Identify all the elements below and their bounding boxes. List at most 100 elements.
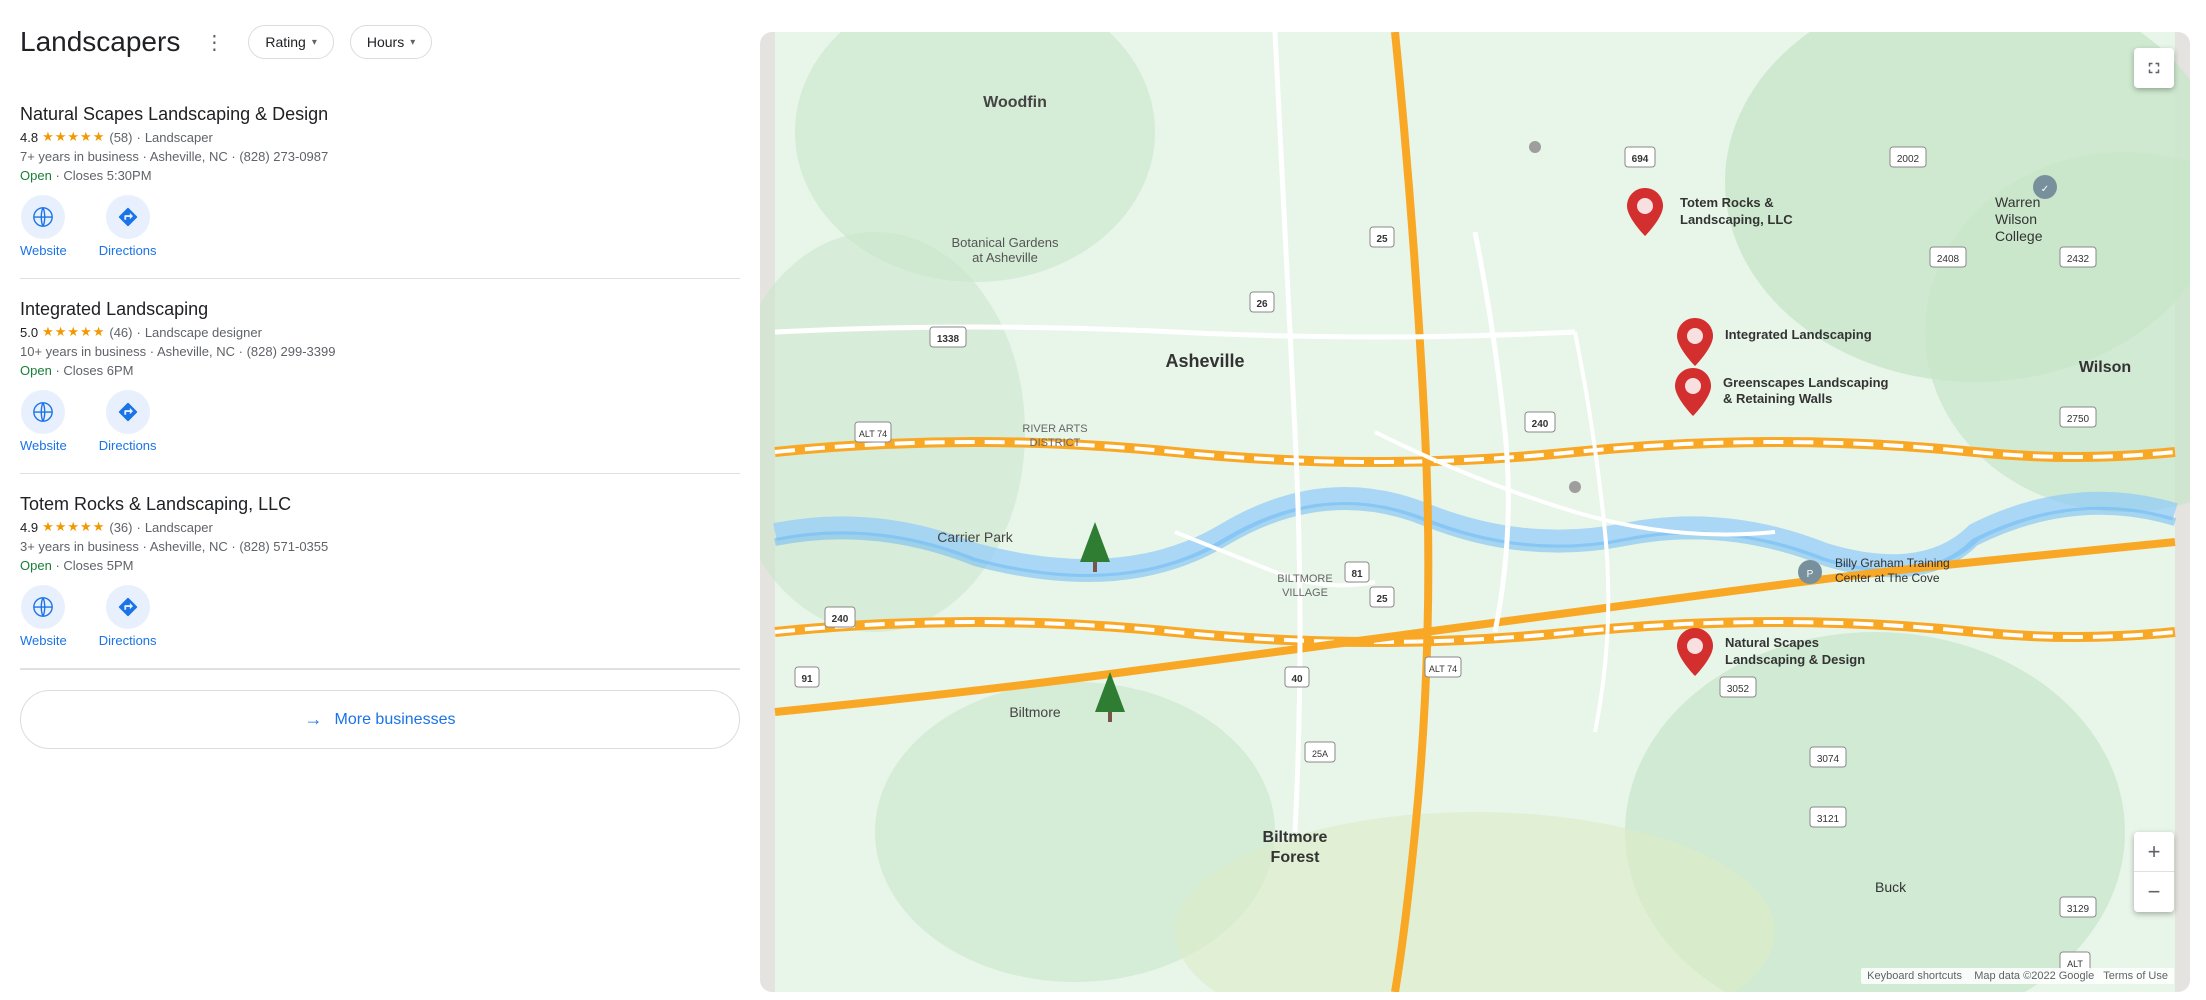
open-label-2: Open	[20, 363, 52, 378]
directions-icon-3	[106, 585, 150, 629]
svg-text:1338: 1338	[937, 334, 960, 345]
website-btn-3[interactable]: Website	[20, 585, 67, 648]
directions-btn-1[interactable]: Directions	[99, 195, 157, 258]
listing-integrated: Integrated Landscaping 5.0 ★★★★★ (46) · …	[20, 279, 740, 474]
svg-text:Carrier Park: Carrier Park	[937, 529, 1013, 545]
website-btn-2[interactable]: Website	[20, 390, 67, 453]
zoom-in-button[interactable]: +	[2134, 832, 2174, 872]
review-count-2: (46)	[109, 325, 132, 340]
svg-text:Botanical Gardens: Botanical Gardens	[952, 235, 1059, 250]
terms-label: Terms of Use	[2103, 970, 2168, 982]
review-count-3: (36)	[109, 520, 132, 535]
arrow-right-icon: →	[305, 709, 323, 730]
directions-label-1: Directions	[99, 243, 157, 258]
closes-2: Closes 6PM	[63, 363, 133, 378]
svg-text:✓: ✓	[2041, 184, 2049, 195]
directions-btn-3[interactable]: Directions	[99, 585, 157, 648]
svg-text:91: 91	[801, 674, 813, 685]
hours-filter-button[interactable]: Hours ▾	[350, 25, 432, 59]
separator-1: ·	[136, 130, 140, 145]
website-btn-1[interactable]: Website	[20, 195, 67, 258]
header: Landscapers ⋮ Rating ▾ Hours ▾	[20, 24, 740, 60]
svg-text:Center at The Cove: Center at The Cove	[1835, 571, 1940, 585]
directions-icon-1	[106, 195, 150, 239]
svg-text:Greenscapes Landscaping: Greenscapes Landscaping	[1723, 375, 1889, 390]
zoom-out-button[interactable]: −	[2134, 872, 2174, 912]
sep-2b: ·	[239, 344, 247, 359]
listing-name-natural-scapes: Natural Scapes Landscaping & Design	[20, 104, 740, 125]
more-businesses-button[interactable]: → More businesses	[20, 690, 740, 749]
sep-1a: ·	[143, 149, 150, 164]
open-label-1: Open	[20, 168, 52, 183]
keyboard-shortcuts: Keyboard shortcuts	[1867, 970, 1962, 982]
listing-actions-2: Website Directions	[20, 390, 740, 453]
listing-meta-totem: 4.9 ★★★★★ (36) · Landscaper	[20, 519, 740, 535]
rating-num-3: 4.9	[20, 520, 38, 535]
listing-info-3: 3+ years in business · Asheville, NC · (…	[20, 539, 740, 554]
sep-2a: ·	[150, 344, 157, 359]
more-businesses-label: More businesses	[335, 711, 456, 729]
right-panel: 25 694 240 26 1338 ALT 74 81	[760, 24, 2206, 1000]
map-svg: 25 694 240 26 1338 ALT 74 81	[760, 32, 2190, 992]
map-fullscreen-button[interactable]	[2134, 48, 2174, 88]
svg-text:Totem Rocks &: Totem Rocks &	[1680, 195, 1774, 210]
svg-text:3074: 3074	[1817, 754, 1840, 765]
listing-name-integrated: Integrated Landscaping	[20, 299, 740, 320]
svg-text:Biltmore: Biltmore	[1009, 704, 1061, 720]
category-2: Landscape designer	[145, 325, 262, 340]
svg-text:Wilson: Wilson	[1995, 211, 2037, 227]
svg-text:240: 240	[832, 614, 849, 625]
svg-text:RIVER ARTS: RIVER ARTS	[1022, 423, 1087, 435]
svg-text:Woodfin: Woodfin	[983, 94, 1047, 111]
phone-3: (828) 571-0355	[239, 539, 328, 554]
separator-2: ·	[136, 325, 140, 340]
listing-hours-2: Open · Closes 6PM	[20, 363, 740, 378]
svg-text:at Asheville: at Asheville	[972, 250, 1038, 265]
website-icon-1	[21, 195, 65, 239]
open-label-3: Open	[20, 558, 52, 573]
svg-text:Buck: Buck	[1875, 879, 1907, 895]
listing-info-1: 7+ years in business · Asheville, NC · (…	[20, 149, 740, 164]
svg-text:26: 26	[1256, 299, 1268, 310]
svg-text:Landscaping, LLC: Landscaping, LLC	[1680, 212, 1793, 227]
location-1: Asheville, NC	[150, 149, 228, 164]
svg-text:BILTMORE: BILTMORE	[1277, 573, 1332, 585]
svg-text:2002: 2002	[1897, 154, 1920, 165]
website-icon-3	[21, 585, 65, 629]
svg-text:ALT 74: ALT 74	[1429, 664, 1457, 674]
category-1: Landscaper	[145, 130, 213, 145]
svg-text:& Retaining Walls: & Retaining Walls	[1723, 391, 1832, 406]
svg-text:ALT 74: ALT 74	[859, 429, 887, 439]
rating-filter-label: Rating	[265, 34, 305, 50]
listing-actions-1: Website Directions	[20, 195, 740, 258]
menu-dots-button[interactable]: ⋮	[196, 24, 232, 60]
closes-3: Closes 5PM	[63, 558, 133, 573]
svg-text:Warren: Warren	[1995, 194, 2040, 210]
website-label-1: Website	[20, 243, 67, 258]
hours-filter-label: Hours	[367, 34, 404, 50]
listing-actions-3: Website Directions	[20, 585, 740, 648]
map-footer: Keyboard shortcuts Map data ©2022 Google…	[1861, 968, 2174, 984]
svg-text:Billy Graham Training: Billy Graham Training	[1835, 556, 1950, 570]
svg-text:DISTRICT: DISTRICT	[1030, 437, 1081, 449]
directions-label-3: Directions	[99, 633, 157, 648]
rating-filter-button[interactable]: Rating ▾	[248, 25, 334, 59]
closes-1: Closes 5:30PM	[63, 168, 151, 183]
rating-chevron-icon: ▾	[312, 37, 317, 48]
svg-text:Wilson: Wilson	[2079, 359, 2131, 376]
listing-meta-natural-scapes: 4.8 ★★★★★ (58) · Landscaper	[20, 129, 740, 145]
rating-num-1: 4.8	[20, 130, 38, 145]
svg-text:VILLAGE: VILLAGE	[1282, 587, 1328, 599]
hours-chevron-icon: ▾	[410, 37, 415, 48]
listing-meta-integrated: 5.0 ★★★★★ (46) · Landscape designer	[20, 324, 740, 340]
phone-2: (828) 299-3399	[247, 344, 336, 359]
stars-1: ★★★★★	[42, 129, 105, 145]
map-container[interactable]: 25 694 240 26 1338 ALT 74 81	[760, 32, 2190, 992]
listing-name-totem: Totem Rocks & Landscaping, LLC	[20, 494, 740, 515]
svg-text:25: 25	[1376, 234, 1388, 245]
svg-text:Biltmore: Biltmore	[1263, 829, 1328, 846]
directions-btn-2[interactable]: Directions	[99, 390, 157, 453]
svg-text:College: College	[1995, 228, 2043, 244]
listing-hours-1: Open · Closes 5:30PM	[20, 168, 740, 183]
stars-2: ★★★★★	[42, 324, 105, 340]
